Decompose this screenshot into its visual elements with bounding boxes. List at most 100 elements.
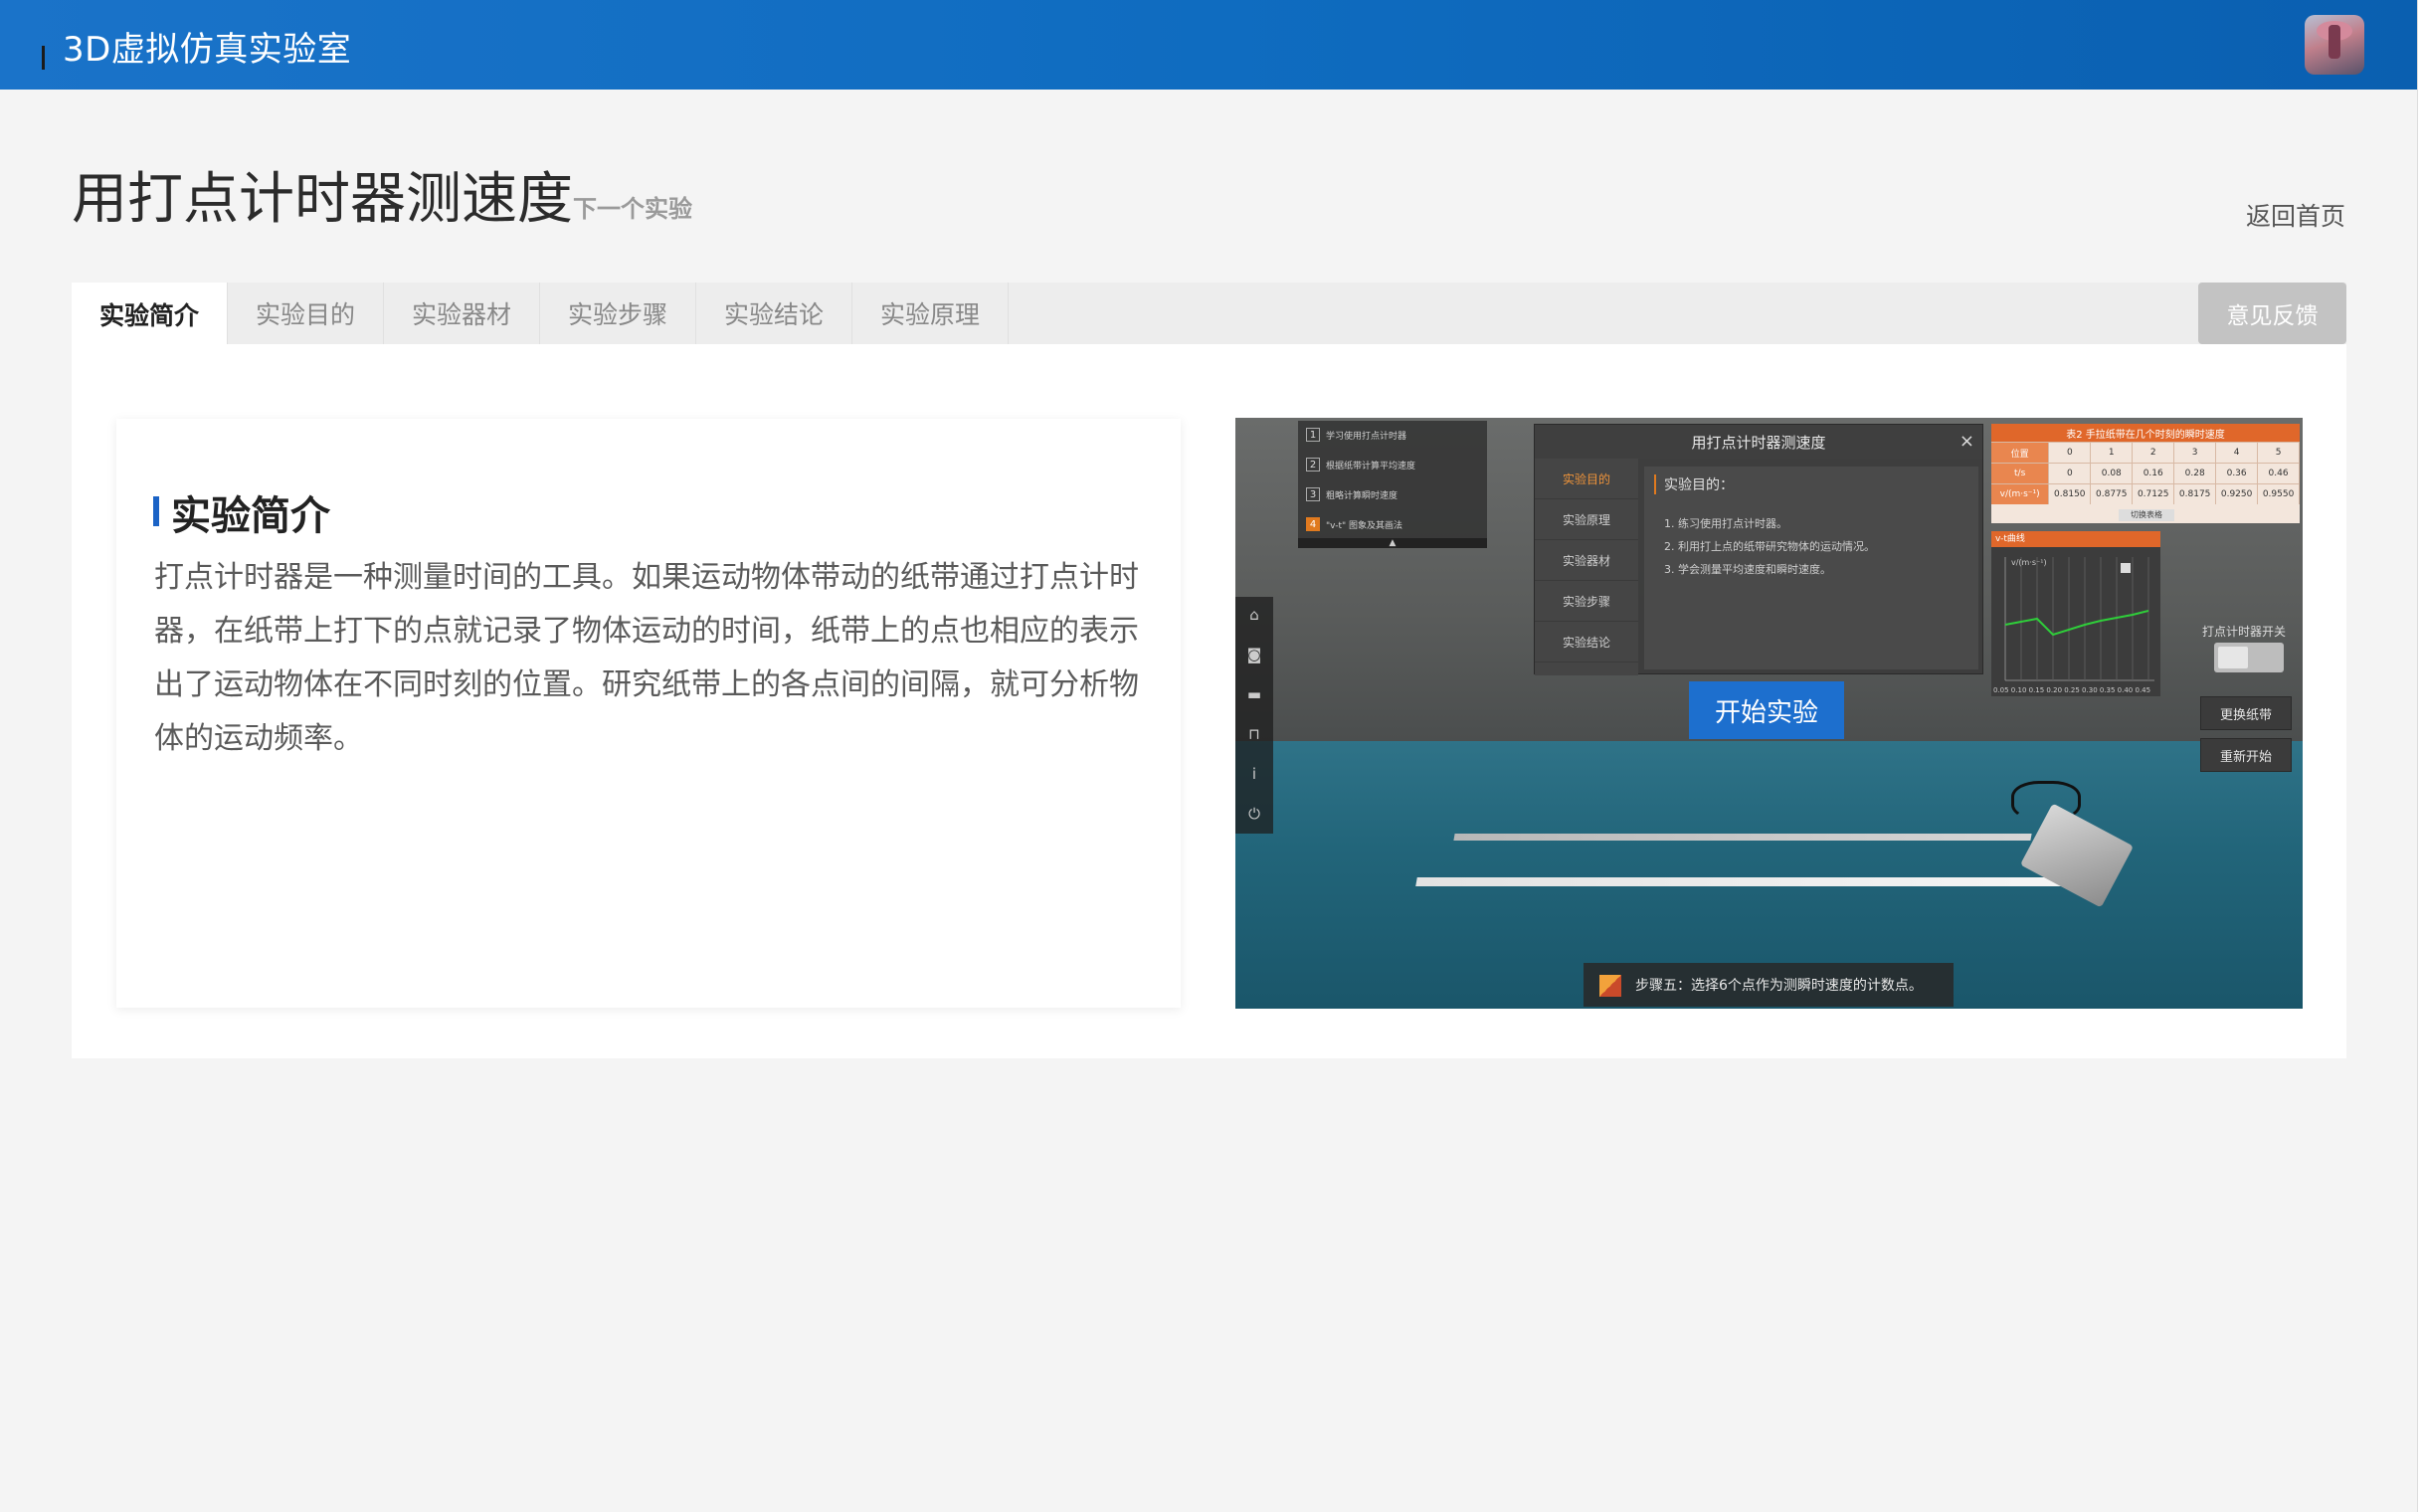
- home-icon[interactable]: ⌂: [1244, 605, 1264, 625]
- tab-conclusion[interactable]: 实验结论: [696, 283, 852, 344]
- next-experiment-link[interactable]: 下一个实验: [573, 189, 692, 224]
- track-rail: [1415, 877, 2064, 886]
- intro-card: 实验简介 打点计时器是一种测量时间的工具。如果运动物体带动的纸带通过打点计时器，…: [116, 419, 1181, 1008]
- sim-data-table: 表2 手拉纸带在几个时刻的瞬时速度 位置 0 1 2 3 4 5 t/s 0 0…: [1991, 424, 2301, 523]
- dialog-menu-purpose[interactable]: 实验目的: [1535, 459, 1638, 499]
- tab-equipment[interactable]: 实验器材: [384, 283, 540, 344]
- sim-step-label: "v-t" 图象及其画法: [1326, 520, 1403, 531]
- timer-switch-toggle[interactable]: [2214, 643, 2284, 672]
- sim-toolbar: ⌂ ◙ ▬ ⊓ i ⏻: [1235, 597, 1273, 834]
- table-cell: 0: [2049, 443, 2092, 463]
- dialog-menu: 实验目的 实验原理 实验器材 实验步骤 实验结论: [1535, 459, 1638, 675]
- table-cell: 0.8775: [2091, 484, 2134, 504]
- sim-step-label: 学习使用打点计时器: [1326, 431, 1407, 442]
- sim-step-number: 4: [1306, 517, 1320, 531]
- table-row: t/s 0 0.08 0.16 0.28 0.36 0.46: [1991, 463, 2301, 483]
- sim-step-row[interactable]: 2 根据纸带计算平均速度: [1306, 455, 1481, 474]
- collapse-arrow-icon[interactable]: ▲: [1298, 538, 1487, 548]
- restart-button[interactable]: 重新开始: [2200, 738, 2292, 772]
- table-cell: 5: [2258, 443, 2301, 463]
- sim-step-number: 3: [1306, 487, 1320, 501]
- table-cell: 0.7125: [2133, 484, 2175, 504]
- change-tape-button[interactable]: 更换纸带: [2200, 696, 2292, 730]
- page-title: 用打点计时器测速度: [72, 167, 573, 232]
- sim-status-bar: 步骤五：选择6个点作为测瞬时速度的计数点。: [1584, 963, 1954, 1007]
- timer-switch-label: 打点计时器开关: [2202, 625, 2287, 639]
- info-icon[interactable]: i: [1244, 764, 1264, 784]
- dialog-body-list: 1. 练习使用打点计时器。 2. 利用打上点的纸带研究物体的运动情况。 3. 学…: [1664, 512, 1875, 581]
- power-icon[interactable]: ⏻: [1244, 804, 1264, 824]
- back-home-link[interactable]: 返回首页: [2246, 197, 2345, 233]
- lock-icon[interactable]: ⊓: [1244, 724, 1264, 744]
- tab-bar: 实验简介 实验目的 实验器材 实验步骤 实验结论 实验原理 意见反馈: [72, 283, 2346, 346]
- table-header-row: 位置 0 1 2 3 4 5: [1991, 442, 2301, 463]
- avatar[interactable]: [2305, 15, 2364, 75]
- sim-step-row[interactable]: 3 粗略计算瞬时速度: [1306, 484, 1481, 504]
- dialog-menu-equipment[interactable]: 实验器材: [1535, 540, 1638, 581]
- dialog-body-heading: 实验目的：: [1654, 474, 1734, 494]
- table-cell: v/(m·s⁻¹): [1991, 484, 2050, 504]
- table-cell: 0.9550: [2258, 484, 2301, 504]
- tab-intro[interactable]: 实验简介: [72, 283, 228, 346]
- dialog-body-item: 3. 学会测量平均速度和瞬时速度。: [1664, 563, 1831, 576]
- switch-table-button[interactable]: 切换表格: [2119, 509, 2174, 521]
- sim-status-text: 步骤五：选择6个点作为测瞬时速度的计数点。: [1635, 978, 1923, 994]
- screen-icon[interactable]: ▬: [1244, 684, 1264, 704]
- top-bar: 3D虚拟仿真实验室: [0, 0, 2424, 90]
- heading-accent-bar: [153, 496, 159, 526]
- dialog-body-item: 2. 利用打上点的纸带研究物体的运动情况。: [1664, 540, 1875, 553]
- table-cell: 0.16: [2133, 464, 2175, 483]
- vt-graph-x-ticks: 0.05 0.10 0.15 0.20 0.25 0.30 0.35 0.40 …: [1993, 686, 2150, 694]
- dialog-menu-conclusion[interactable]: 实验结论: [1535, 622, 1638, 662]
- vt-graph-title: v-t曲线: [1991, 531, 2160, 547]
- step-icon: [1599, 975, 1621, 997]
- table-title: 表2 手拉纸带在几个时刻的瞬时速度: [1991, 424, 2300, 442]
- table-cell: 3: [2174, 443, 2217, 463]
- table-cell: 0.46: [2258, 464, 2301, 483]
- window-edge: [2417, 0, 2424, 1512]
- simulation-preview[interactable]: 1 学习使用打点计时器 2 根据纸带计算平均速度 3 粗略计算瞬时速度 4 "v…: [1235, 418, 2303, 1009]
- tab-steps[interactable]: 实验步骤: [540, 283, 696, 344]
- table-cell: 0.08: [2091, 464, 2134, 483]
- sim-step-number: 1: [1306, 428, 1320, 442]
- sim-steps-panel: 1 学习使用打点计时器 2 根据纸带计算平均速度 3 粗略计算瞬时速度 4 "v…: [1298, 421, 1487, 548]
- table-cell: 0: [2049, 464, 2092, 483]
- content-panel: 实验简介 打点计时器是一种测量时间的工具。如果运动物体带动的纸带通过打点计时器，…: [72, 344, 2346, 1058]
- dialog-menu-steps[interactable]: 实验步骤: [1535, 581, 1638, 622]
- table-cell: t/s: [1991, 464, 2050, 483]
- table-cell: 位置: [1991, 443, 2050, 463]
- sim-step-row[interactable]: 4 "v-t" 图象及其画法: [1306, 514, 1481, 534]
- sim-step-label: 根据纸带计算平均速度: [1326, 461, 1416, 472]
- dialog-body: 实验目的： 1. 练习使用打点计时器。 2. 利用打上点的纸带研究物体的运动情况…: [1644, 467, 1978, 669]
- paper-tape[interactable]: [1453, 834, 2032, 841]
- sim-step-row[interactable]: 1 学习使用打点计时器: [1306, 425, 1481, 445]
- app-title: 3D虚拟仿真实验室: [63, 30, 352, 70]
- vt-graph: v-t曲线 v/(m·s⁻¹) 0.05 0.10 0.15 0.20 0.25…: [1991, 531, 2160, 696]
- table-cell: 4: [2216, 443, 2259, 463]
- table-cell: 0.8175: [2174, 484, 2217, 504]
- tab-purpose[interactable]: 实验目的: [228, 283, 384, 344]
- intro-body: 打点计时器是一种测量时间的工具。如果运动物体带动的纸带通过打点计时器，在纸带上打…: [154, 560, 1139, 756]
- svg-text:v/(m·s⁻¹): v/(m·s⁻¹): [2011, 558, 2047, 567]
- camera-icon[interactable]: ◙: [1244, 645, 1264, 664]
- text-cursor: [42, 46, 45, 70]
- table-cell: 2: [2133, 443, 2175, 463]
- table-cell: 0.36: [2216, 464, 2259, 483]
- sim-info-dialog: 用打点计时器测速度 × 实验目的 实验原理 实验器材 实验步骤 实验结论 实验目…: [1534, 424, 1983, 675]
- sim-step-number: 2: [1306, 458, 1320, 472]
- avatar-tree-trunk: [2329, 25, 2340, 59]
- table-cell: 0.9250: [2216, 484, 2259, 504]
- tab-principle[interactable]: 实验原理: [852, 283, 1009, 344]
- close-icon[interactable]: ×: [1959, 431, 1974, 452]
- intro-heading: 实验简介: [171, 493, 330, 539]
- table-cell: 0.8150: [2049, 484, 2092, 504]
- table-cell: 1: [2091, 443, 2134, 463]
- dialog-body-item: 1. 练习使用打点计时器。: [1664, 517, 1787, 530]
- vt-graph-plot: v/(m·s⁻¹) 0.05 0.10 0.15 0.20 0.25 0.30 …: [1993, 557, 2154, 694]
- dialog-title: 用打点计时器测速度: [1535, 425, 1982, 459]
- table-cell: 0.28: [2174, 464, 2217, 483]
- dialog-menu-principle[interactable]: 实验原理: [1535, 499, 1638, 540]
- table-row: v/(m·s⁻¹) 0.8150 0.8775 0.7125 0.8175 0.…: [1991, 483, 2301, 504]
- feedback-button[interactable]: 意见反馈: [2198, 283, 2346, 344]
- start-experiment-button[interactable]: 开始实验: [1689, 681, 1844, 739]
